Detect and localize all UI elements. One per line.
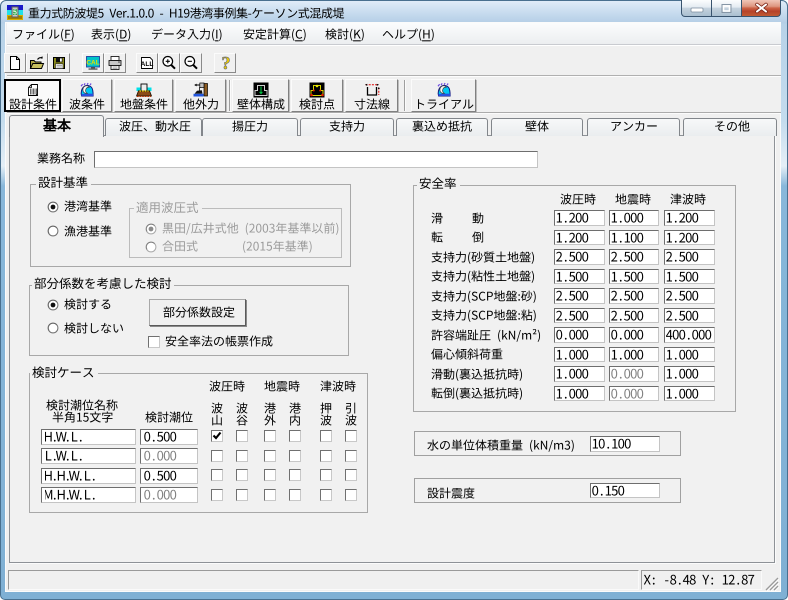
svg-text:5: 5: [13, 10, 17, 17]
svg-text:ALL: ALL: [141, 61, 154, 68]
svg-text:?: ?: [222, 55, 231, 71]
svg-text:CAL: CAL: [86, 59, 99, 66]
